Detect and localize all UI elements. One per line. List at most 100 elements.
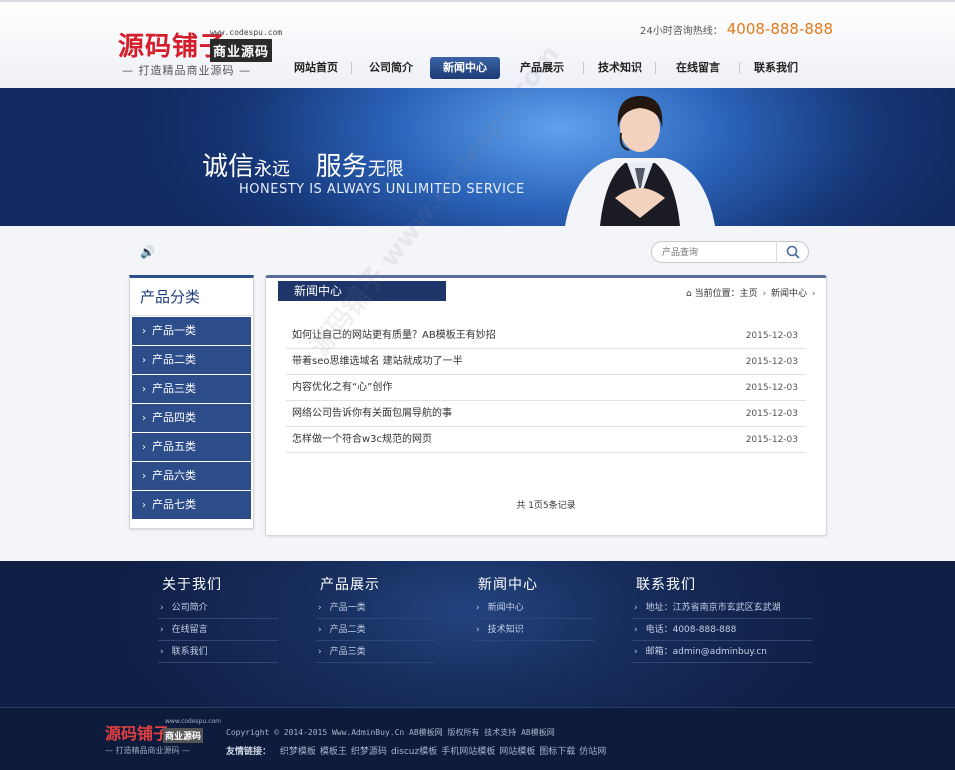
search-button[interactable] bbox=[776, 241, 808, 263]
footer-link[interactable]: › 产品一类 bbox=[316, 597, 436, 619]
friend-link[interactable]: 织梦源码 bbox=[351, 747, 387, 757]
breadcrumb: ⌂ 当前位置：主页 › 新闻中心 › bbox=[686, 286, 817, 299]
category-item[interactable]: › 产品四类 bbox=[132, 404, 251, 432]
breadcrumb-current[interactable]: 新闻中心 bbox=[771, 289, 807, 299]
breadcrumb-home[interactable]: 主页 bbox=[740, 289, 758, 299]
footer-link-label: 产品二类 bbox=[329, 625, 366, 635]
footer-link[interactable]: › 在线留言 bbox=[158, 619, 278, 641]
news-list: 如何让自己的网站更有质量？AB模板王有妙招 2015-12-03 带着seo思维选域… bbox=[286, 323, 806, 453]
footer-link[interactable]: › 电话：4008-888-888 bbox=[632, 619, 812, 641]
panel-title-tab: 新闻中心 bbox=[278, 281, 446, 301]
banner-word-3: 服务 bbox=[315, 152, 368, 182]
pagination-info: 共 1页5条记录 bbox=[516, 501, 576, 511]
news-row[interactable]: 如何让自己的网站更有质量？AB模板王有妙招 2015-12-03 bbox=[286, 323, 806, 349]
news-date: 2015-12-03 bbox=[745, 331, 798, 341]
news-date: 2015-12-03 bbox=[745, 357, 798, 367]
news-panel: 新闻中心 ⌂ 当前位置：主页 › 新闻中心 › 如何让自己的网站更有质量？AB模… bbox=[265, 275, 827, 536]
banner-word-1: 诚信 bbox=[202, 152, 255, 182]
category-list: › 产品一类 › 产品二类 › 产品三类 › 产品四类 › 产品五类 › 产品六类 › 产品七类 bbox=[132, 317, 251, 520]
footer-link-label: 地址：江苏省南京市玄武区玄武湖 bbox=[645, 603, 781, 613]
news-row[interactable]: 内容优化之有“心”创作 2015-12-03 bbox=[286, 375, 806, 401]
category-label: 产品一类 bbox=[152, 324, 196, 337]
category-item[interactable]: › 产品三类 bbox=[132, 375, 251, 403]
chevron-right-icon: › bbox=[476, 625, 480, 635]
site-header: 源码铺子 www.codespu.com 商业源码 — 打造精品商业源码 — 2… bbox=[0, 0, 955, 88]
footer-link-label: 联系我们 bbox=[171, 647, 208, 657]
chevron-right-icon: › bbox=[142, 413, 146, 424]
footer-link[interactable]: › 联系我们 bbox=[158, 641, 278, 663]
site-logo[interactable]: 源码铺子 www.codespu.com 商业源码 — 打造精品商业源码 — bbox=[118, 24, 282, 77]
search-input[interactable] bbox=[662, 245, 777, 260]
news-row[interactable]: 怎样做一个符合w3c规范的网页 2015-12-03 bbox=[286, 427, 806, 453]
news-row[interactable]: 带着seo思维选域名 建站就成功了一半 2015-12-03 bbox=[286, 349, 806, 375]
breadcrumb-label: 当前位置： bbox=[694, 289, 740, 299]
nav-item[interactable]: 联系我们 bbox=[740, 57, 812, 79]
footer-link[interactable]: › 地址：江苏省南京市玄武区玄武湖 bbox=[632, 597, 812, 619]
category-item[interactable]: › 产品六类 bbox=[132, 462, 251, 490]
footer-bottom: 源码铺子 www.codespu.com 商业源码 — 打造精品商业源码 — C… bbox=[0, 707, 955, 770]
category-item[interactable]: › 产品一类 bbox=[132, 317, 251, 345]
nav-item[interactable]: 产品展示 bbox=[500, 57, 584, 79]
friend-links-label: 友情链接： bbox=[226, 747, 272, 757]
friend-link[interactable]: 网站模板 bbox=[499, 747, 535, 757]
friend-link[interactable]: 图标下载 bbox=[539, 747, 575, 757]
category-label: 产品二类 bbox=[152, 353, 196, 366]
nav-item[interactable]: 公司简介 bbox=[352, 57, 430, 79]
search-icon bbox=[786, 245, 800, 259]
logo-slogan: — 打造精品商业源码 — bbox=[122, 64, 251, 77]
footer-link-label: 产品三类 bbox=[329, 647, 366, 657]
hotline-number: 4008-888-888 bbox=[726, 20, 833, 38]
footer-column: 产品展示 › 产品一类 › 产品二类 › 产品三类 bbox=[316, 573, 436, 663]
chevron-right-icon: › bbox=[160, 625, 164, 635]
news-title[interactable]: 网络公司告诉你有关面包屑导航的事 bbox=[292, 401, 452, 426]
nav-item[interactable]: 在线留言 bbox=[656, 57, 740, 79]
friend-links: 友情链接： 织梦模板 模板王 织梦源码 discuz模板 手机网站模板 网站模板 图标下载仿… bbox=[226, 744, 610, 757]
chevron-right-icon: › bbox=[142, 471, 146, 482]
sidebar-title: 产品分类 bbox=[130, 278, 253, 316]
category-item[interactable]: › 产品五类 bbox=[132, 433, 251, 461]
friend-link[interactable]: 织梦模板 bbox=[280, 747, 316, 757]
footer-link-label: 邮箱：admin@adminbuy.cn bbox=[645, 647, 767, 657]
chevron-right-icon: › bbox=[142, 326, 146, 337]
chevron-right-icon: › bbox=[318, 647, 322, 657]
nav-item[interactable]: 技术知识 bbox=[584, 57, 656, 79]
speaker-icon[interactable]: 🔊 bbox=[140, 245, 155, 259]
footer-logo-url: www.codespu.com bbox=[165, 718, 222, 725]
logo-badge: 商业源码 bbox=[210, 39, 273, 62]
category-item[interactable]: › 产品二类 bbox=[132, 346, 251, 374]
category-item[interactable]: › 产品七类 bbox=[132, 491, 251, 519]
footer-link-label: 在线留言 bbox=[171, 625, 208, 635]
news-title[interactable]: 带着seo思维选域名 建站就成功了一半 bbox=[292, 349, 463, 374]
footer-link[interactable]: › 产品三类 bbox=[316, 641, 436, 663]
footer-column: 联系我们 › 地址：江苏省南京市玄武区玄武湖 › 电话：4008-888-888 › 邮箱：… bbox=[632, 573, 812, 663]
site-footer: 关于我们 › 公司简介 › 在线留言 › 联系我们 产品展示 › 产品一类 › 产品二类 › 产品三类 新闻… bbox=[0, 561, 955, 770]
footer-column-title: 产品展示 bbox=[320, 577, 380, 593]
nav-item[interactable]: 新闻中心 bbox=[430, 57, 500, 79]
footer-link-label: 技术知识 bbox=[487, 625, 524, 635]
footer-link[interactable]: › 技术知识 bbox=[474, 619, 594, 641]
chevron-right-icon: › bbox=[811, 289, 816, 299]
friend-link[interactable]: 仿站网 bbox=[579, 747, 606, 757]
news-title[interactable]: 如何让自己的网站更有质量？AB模板王有妙招 bbox=[292, 323, 496, 348]
friend-link[interactable]: 手机网站模板 bbox=[441, 747, 495, 757]
category-label: 产品七类 bbox=[152, 498, 196, 511]
footer-link[interactable]: › 邮箱：admin@adminbuy.cn bbox=[632, 641, 812, 663]
footer-link[interactable]: › 产品二类 bbox=[316, 619, 436, 641]
chevron-right-icon: › bbox=[634, 647, 638, 657]
home-icon: ⌂ bbox=[686, 289, 692, 299]
footer-link[interactable]: › 新闻中心 bbox=[474, 597, 594, 619]
footer-logo[interactable]: 源码铺子 www.codespu.com 商业源码 — 打造精品商业源码 — bbox=[105, 718, 221, 758]
news-title[interactable]: 内容优化之有“心”创作 bbox=[292, 375, 392, 400]
friend-link[interactable]: discuz模板 bbox=[391, 747, 437, 757]
friend-link[interactable]: 模板王 bbox=[320, 747, 347, 757]
chevron-right-icon: › bbox=[634, 625, 638, 635]
category-label: 产品四类 bbox=[152, 411, 196, 424]
category-label: 产品五类 bbox=[152, 440, 196, 453]
nav-item[interactable]: 网站首页 bbox=[280, 57, 352, 79]
footer-column: 关于我们 › 公司简介 › 在线留言 › 联系我们 bbox=[158, 573, 278, 663]
news-row[interactable]: 网络公司告诉你有关面包屑导航的事 2015-12-03 bbox=[286, 401, 806, 427]
banner-headline: 诚信永远 服务无限 bbox=[202, 146, 404, 183]
chevron-right-icon: › bbox=[142, 442, 146, 453]
news-title[interactable]: 怎样做一个符合w3c规范的网页 bbox=[292, 427, 432, 452]
footer-link[interactable]: › 公司简介 bbox=[158, 597, 278, 619]
